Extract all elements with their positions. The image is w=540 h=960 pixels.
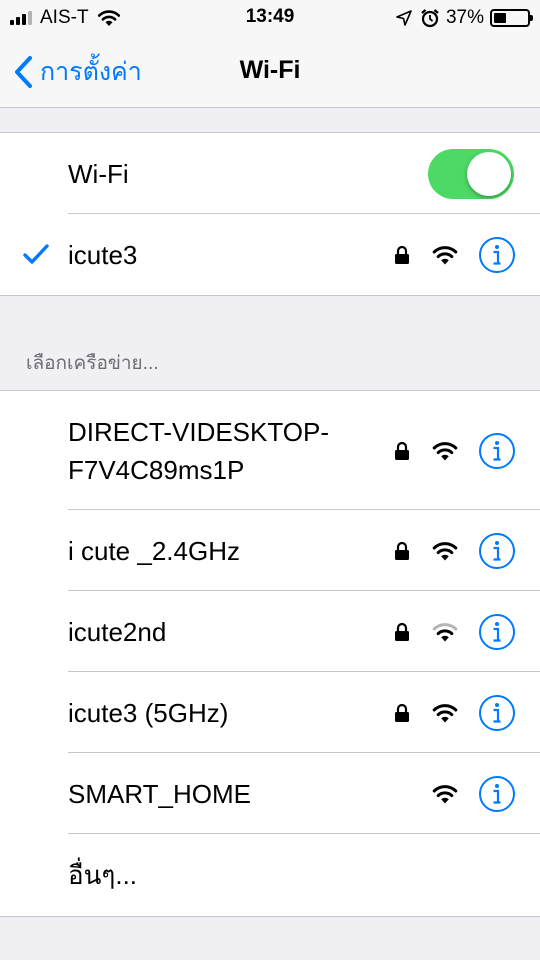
wifi-main-group: Wi-Fi icute3: [0, 132, 540, 296]
wifi-signal-weak-icon: [432, 622, 458, 641]
wifi-signal-icon: [432, 245, 458, 264]
lock-icon: [395, 541, 409, 560]
info-icon[interactable]: [478, 532, 516, 570]
navigation-bar: การตั้งค่า Wi-Fi: [0, 36, 540, 108]
network-name-line2: F7V4C89ms1P: [68, 454, 245, 485]
other-network-row[interactable]: อื่นๆ...: [0, 834, 540, 916]
network-name: SMART_HOME: [68, 778, 251, 809]
connected-network-name: icute3: [68, 239, 138, 270]
network-icons: [394, 591, 516, 672]
network-icons: [394, 214, 516, 295]
lock-icon: [395, 622, 409, 641]
wifi-signal-icon: [432, 541, 458, 560]
lock-icon: [395, 441, 409, 460]
network-name: i cute _2.4GHz: [68, 535, 240, 566]
checkmark-icon: [23, 244, 49, 264]
network-list: DIRECT-VIDESKTOP- F7V4C89ms1P i cute _2.…: [0, 390, 540, 917]
location-arrow-icon: [396, 10, 412, 26]
status-right: 37%: [396, 6, 533, 30]
battery-fill: [494, 13, 506, 23]
toggle-knob: [467, 152, 511, 196]
info-icon[interactable]: [478, 432, 516, 470]
wifi-toggle-row: Wi-Fi: [0, 133, 540, 214]
network-row[interactable]: i cute _2.4GHz: [0, 510, 540, 591]
network-name: icute3 (5GHz): [68, 697, 229, 728]
other-network-label: อื่นๆ...: [68, 860, 138, 890]
battery-icon: [490, 9, 533, 27]
wifi-signal-icon: [432, 703, 458, 722]
connected-network-row[interactable]: icute3: [0, 214, 540, 295]
lock-icon: [395, 703, 409, 722]
wifi-signal-icon: [432, 784, 458, 803]
network-name: DIRECT-VIDESKTOP- F7V4C89ms1P: [68, 391, 329, 510]
info-icon[interactable]: [478, 694, 516, 732]
network-row[interactable]: DIRECT-VIDESKTOP- F7V4C89ms1P: [0, 391, 540, 510]
wifi-signal-icon: [432, 441, 458, 460]
network-name: icute2nd: [68, 616, 167, 647]
network-row[interactable]: icute3 (5GHz): [0, 672, 540, 753]
info-icon[interactable]: [478, 613, 516, 651]
section-header: เลือกเครือข่าย...: [26, 353, 159, 374]
info-icon[interactable]: [478, 236, 516, 274]
status-bar: AIS-T 13:49 37%: [0, 0, 540, 36]
battery-percent: 37%: [445, 7, 484, 28]
network-icons: [394, 510, 516, 591]
network-row[interactable]: icute2nd: [0, 591, 540, 672]
page-title: Wi-Fi: [239, 56, 301, 84]
info-icon[interactable]: [478, 775, 516, 813]
network-name-line1: DIRECT-VIDESKTOP-: [68, 416, 330, 447]
lock-icon: [395, 245, 409, 264]
network-icons: [394, 391, 516, 510]
wifi-toggle-switch[interactable]: [428, 149, 514, 199]
network-row[interactable]: SMART_HOME: [0, 753, 540, 834]
network-icons: [394, 672, 516, 753]
alarm-clock-icon: [421, 9, 439, 28]
network-icons: [432, 753, 516, 834]
wifi-toggle-label: Wi-Fi: [68, 158, 129, 189]
